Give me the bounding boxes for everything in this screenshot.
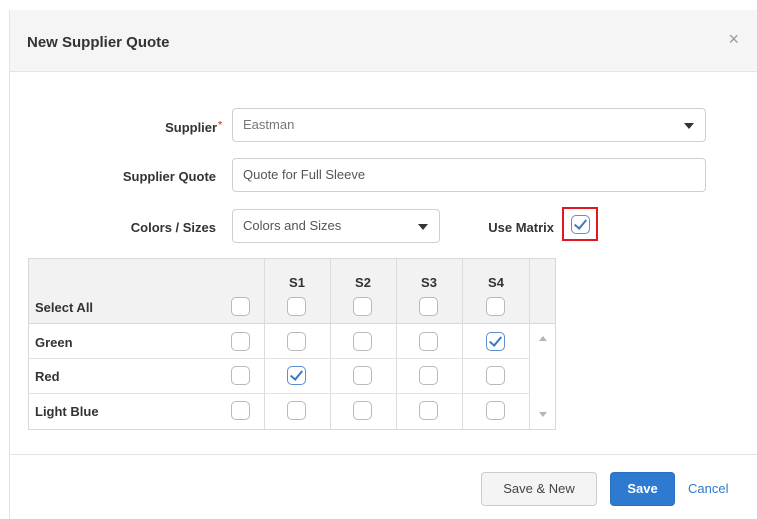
dialog-header: New Supplier Quote × xyxy=(10,10,757,72)
column-header-s4: S4 xyxy=(488,275,504,290)
save-button[interactable]: Save xyxy=(610,472,675,506)
scroll-up-arrow-icon[interactable] xyxy=(539,336,547,341)
grid-row-divider xyxy=(29,393,530,394)
new-supplier-quote-dialog: New Supplier Quote × Supplier* Eastman S… xyxy=(10,10,757,519)
select-column-s4-checkbox[interactable] xyxy=(486,297,505,316)
cell-red-s3-checkbox[interactable] xyxy=(419,366,438,385)
page: New Supplier Quote × Supplier* Eastman S… xyxy=(0,0,757,519)
colors-sizes-select-value: Colors and Sizes xyxy=(243,218,342,233)
select-row-light-blue-checkbox[interactable] xyxy=(231,401,250,420)
dialog-title: New Supplier Quote xyxy=(27,34,170,51)
cell-green-s4-checkbox[interactable] xyxy=(486,332,505,351)
supplier-select[interactable]: Eastman xyxy=(232,108,706,142)
cell-light-blue-s1-checkbox[interactable] xyxy=(287,401,306,420)
caret-down-icon xyxy=(684,123,694,129)
select-column-s2-checkbox[interactable] xyxy=(353,297,372,316)
colors-sizes-select[interactable]: Colors and Sizes xyxy=(232,209,440,243)
column-header-s3: S3 xyxy=(421,275,437,290)
close-icon[interactable]: × xyxy=(728,30,739,48)
colors-sizes-label: Colors / Sizes xyxy=(130,220,216,235)
grid-row-divider xyxy=(29,358,530,359)
supplier-quote-label: Supplier Quote xyxy=(122,169,216,184)
cell-light-blue-s3-checkbox[interactable] xyxy=(419,401,438,420)
footer-divider xyxy=(10,454,757,455)
cell-green-s1-checkbox[interactable] xyxy=(287,332,306,351)
supplier-label-text: Supplier xyxy=(165,120,218,135)
select-row-green-checkbox[interactable] xyxy=(231,332,250,351)
row-label-green: Green xyxy=(35,335,73,350)
cell-red-s4-checkbox[interactable] xyxy=(486,366,505,385)
select-column-s3-checkbox[interactable] xyxy=(419,297,438,316)
cell-red-s1-checkbox[interactable] xyxy=(287,366,306,385)
cancel-button[interactable]: Cancel xyxy=(688,481,728,496)
column-header-s1: S1 xyxy=(289,275,305,290)
cell-green-s3-checkbox[interactable] xyxy=(419,332,438,351)
scroll-down-arrow-icon[interactable] xyxy=(539,412,547,417)
save-and-new-button[interactable]: Save & New xyxy=(481,472,597,506)
select-all-checkbox[interactable] xyxy=(231,297,250,316)
use-matrix-highlight-box xyxy=(562,207,598,241)
select-column-s1-checkbox[interactable] xyxy=(287,297,306,316)
required-marker: * xyxy=(218,120,222,131)
supplier-quote-input[interactable]: Quote for Full Sleeve xyxy=(232,158,706,192)
caret-down-icon xyxy=(418,224,428,230)
row-label-red: Red xyxy=(35,369,60,384)
column-header-s2: S2 xyxy=(355,275,371,290)
supplier-quote-input-value: Quote for Full Sleeve xyxy=(243,167,366,182)
cell-light-blue-s2-checkbox[interactable] xyxy=(353,401,372,420)
color-size-matrix: S1 S2 S3 S4 Select All Green Red Light B… xyxy=(28,258,556,430)
select-all-label: Select All xyxy=(35,300,94,315)
supplier-select-value: Eastman xyxy=(243,117,295,132)
cell-green-s2-checkbox[interactable] xyxy=(353,332,372,351)
use-matrix-label: Use Matrix xyxy=(488,220,554,235)
background-edge xyxy=(0,10,10,519)
cell-red-s2-checkbox[interactable] xyxy=(353,366,372,385)
select-row-red-checkbox[interactable] xyxy=(231,366,250,385)
cell-light-blue-s4-checkbox[interactable] xyxy=(486,401,505,420)
matrix-scrollbar[interactable] xyxy=(530,324,555,429)
row-label-light-blue: Light Blue xyxy=(35,404,99,419)
header-scroll-cell xyxy=(530,259,555,324)
supplier-label: Supplier* xyxy=(110,120,222,135)
use-matrix-checkbox[interactable] xyxy=(571,215,590,234)
